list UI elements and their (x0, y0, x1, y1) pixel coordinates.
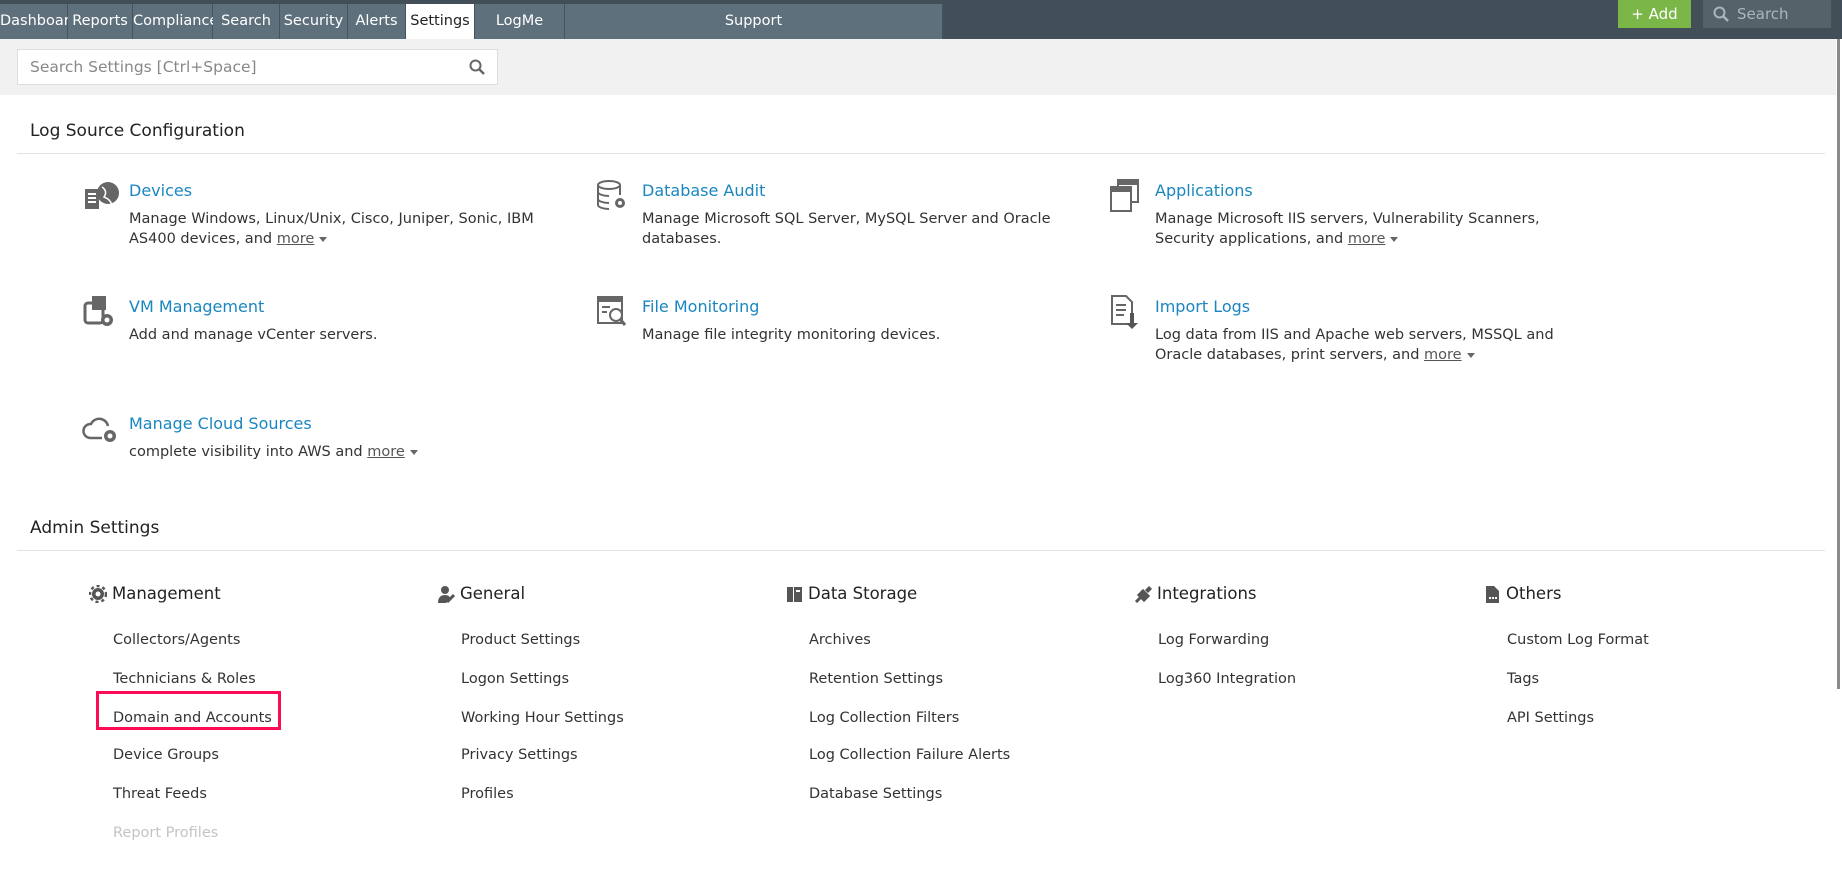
card-import-logs: Import Logs Log data from IIS and Apache… (1111, 295, 1595, 365)
card-title-link[interactable]: Devices (129, 181, 569, 200)
card-description: Manage file integrity monitoring devices… (642, 327, 941, 343)
admin-link-custom-log-format[interactable]: Custom Log Format (1507, 632, 1649, 648)
admin-column-management: Management Collectors/Agents Technicians &… (89, 582, 419, 841)
admin-link-profiles[interactable]: Profiles (461, 786, 514, 802)
card-database-audit: Database Audit Manage Microsoft SQL Serv… (597, 180, 1082, 249)
caret-down-icon[interactable] (1466, 352, 1475, 358)
admin-link-working-hour-settings[interactable]: Working Hour Settings (461, 710, 624, 726)
admin-column-general: General Product Settings Logon Settings Wor… (437, 582, 767, 802)
card-description: complete visibility into AWS and more (129, 442, 569, 462)
admin-column-heading: Others (1483, 582, 1813, 606)
vm-gear-icon (83, 296, 113, 326)
plug-icon (1134, 585, 1152, 603)
card-title-link[interactable]: File Monitoring (642, 297, 1082, 316)
admin-column-heading: General (437, 582, 767, 606)
file-search-icon (597, 296, 627, 326)
cloud-gear-icon (82, 417, 116, 442)
admin-link-privacy-settings[interactable]: Privacy Settings (461, 747, 578, 763)
admin-link-tags[interactable]: Tags (1507, 671, 1539, 687)
more-link[interactable]: more (367, 444, 405, 460)
admin-link-logon-settings[interactable]: Logon Settings (461, 671, 569, 687)
card-title-link[interactable]: Applications (1155, 181, 1595, 200)
settings-search-panel: Search Settings [Ctrl+Space] (0, 39, 1836, 95)
tab-alerts[interactable]: Alerts (348, 4, 406, 39)
card-description: Add and manage vCenter servers. (129, 327, 378, 343)
document-icon (1486, 586, 1499, 603)
more-link[interactable]: more (277, 231, 315, 247)
admin-link-report-profiles: Report Profiles (113, 825, 219, 841)
more-link[interactable]: more (1348, 231, 1386, 247)
card-title-link[interactable]: Database Audit (642, 181, 1082, 200)
tab-logme[interactable]: LogMe (475, 4, 565, 39)
tab-settings[interactable]: Settings (406, 4, 475, 39)
tab-dashboard[interactable]: Dashboard (0, 4, 79, 39)
admin-link-log-forwarding[interactable]: Log Forwarding (1158, 632, 1269, 648)
global-search-input[interactable]: Search (1703, 0, 1831, 28)
scrollbar[interactable] (1837, 39, 1840, 689)
card-title-link[interactable]: VM Management (129, 297, 569, 316)
admin-link-archives[interactable]: Archives (809, 632, 871, 648)
log-source-heading: Log Source Configuration (30, 121, 245, 141)
highlight-box (96, 691, 281, 730)
caret-down-icon[interactable] (1390, 236, 1399, 242)
admin-column-heading: Management (89, 582, 419, 606)
admin-link-database-settings[interactable]: Database Settings (809, 786, 942, 802)
gear-icon (89, 585, 107, 603)
card-description: Manage Windows, Linux/Unix, Cisco, Junip… (129, 211, 534, 247)
card-manage-cloud-sources: Manage Cloud Sources complete visibility… (82, 414, 569, 462)
admin-column-heading: Data Storage (785, 582, 1115, 606)
card-description: Manage Microsoft SQL Server, MySQL Serve… (642, 211, 1051, 247)
settings-search-input[interactable]: Search Settings [Ctrl+Space] (17, 49, 498, 85)
storage-icon (787, 587, 802, 602)
search-icon (1713, 6, 1729, 22)
admin-column-others: Others Custom Log Format Tags API Settings (1483, 582, 1813, 726)
tab-security[interactable]: Security (280, 4, 348, 39)
search-icon[interactable] (469, 59, 485, 75)
admin-link-api-settings[interactable]: API Settings (1507, 710, 1594, 726)
tab-compliance[interactable]: Compliance (133, 4, 218, 39)
admin-column-data-storage: Data Storage Archives Retention Settings Lo… (785, 582, 1115, 802)
database-gear-icon (597, 180, 625, 210)
card-vm-management: VM Management Add and manage vCenter ser… (83, 296, 569, 345)
tab-search[interactable]: Search (213, 4, 280, 39)
admin-link-device-groups[interactable]: Device Groups (113, 747, 219, 763)
import-document-icon (1111, 295, 1138, 329)
admin-link-log360-integration[interactable]: Log360 Integration (1158, 671, 1296, 687)
card-description: Manage Microsoft IIS servers, Vulnerabil… (1155, 211, 1540, 247)
user-wrench-icon (438, 586, 455, 603)
admin-column-integrations: Integrations Log Forwarding Log360 Integra… (1134, 582, 1464, 687)
caret-down-icon[interactable] (319, 236, 328, 242)
tab-support[interactable]: Support (565, 4, 943, 39)
card-applications: Applications Manage Microsoft IIS server… (1110, 179, 1595, 249)
devices-globe-icon (85, 182, 119, 209)
top-navigation: Dashboard Reports Compliance Search Security… (0, 0, 1842, 39)
add-button[interactable]: + Add (1618, 0, 1691, 28)
caret-down-icon[interactable] (409, 449, 418, 455)
admin-link-product-settings[interactable]: Product Settings (461, 632, 580, 648)
admin-link-log-collection-failure-alerts[interactable]: Log Collection Failure Alerts (809, 747, 1010, 763)
divider (17, 550, 1825, 551)
applications-windows-icon (1110, 179, 1139, 212)
more-link[interactable]: more (1424, 347, 1462, 363)
admin-column-heading: Integrations (1134, 582, 1464, 606)
card-title-link[interactable]: Import Logs (1155, 297, 1595, 316)
admin-link-retention-settings[interactable]: Retention Settings (809, 671, 943, 687)
admin-link-log-collection-filters[interactable]: Log Collection Filters (809, 710, 959, 726)
card-title-link[interactable]: Manage Cloud Sources (129, 414, 569, 433)
card-description: Log data from IIS and Apache web servers… (1155, 327, 1554, 363)
divider (17, 153, 1825, 154)
admin-settings-heading: Admin Settings (30, 518, 160, 538)
admin-link-technicians-roles[interactable]: Technicians & Roles (113, 671, 256, 687)
admin-link-threat-feeds[interactable]: Threat Feeds (113, 786, 207, 802)
admin-link-collectors-agents[interactable]: Collectors/Agents (113, 632, 240, 648)
plus-icon: + (1631, 5, 1649, 23)
card-file-monitoring: File Monitoring Manage file integrity mo… (597, 296, 1082, 345)
tab-reports[interactable]: Reports (68, 4, 133, 39)
card-devices: Devices Manage Windows, Linux/Unix, Cisc… (85, 181, 569, 249)
